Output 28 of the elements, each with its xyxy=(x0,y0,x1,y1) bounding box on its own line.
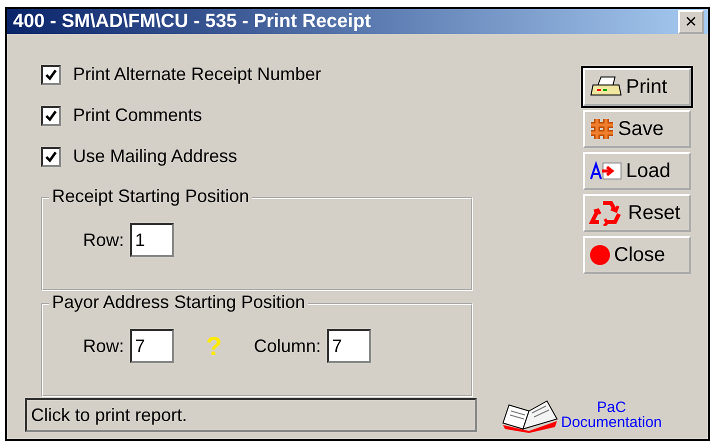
reset-button[interactable]: Reset xyxy=(583,194,691,232)
checkbox-label: Use Mailing Address xyxy=(73,146,238,167)
documentation-link[interactable]: PaC Documentation xyxy=(499,397,662,433)
checkmark-icon xyxy=(44,150,58,164)
hash-icon xyxy=(589,117,615,141)
window-title: 400 - SM\AD\FM\CU - 535 - Print Receipt xyxy=(13,10,371,32)
input-field[interactable]: 7 xyxy=(326,329,371,363)
checkbox[interactable] xyxy=(41,64,61,84)
print-button[interactable]: Print xyxy=(583,68,691,106)
save-button[interactable]: Save xyxy=(583,110,691,148)
checkmark-icon xyxy=(44,108,58,122)
field-label: Column: xyxy=(254,336,321,356)
load-button[interactable]: Load xyxy=(583,152,691,190)
group-title: Payor Address Starting Position xyxy=(49,292,308,313)
stop-icon xyxy=(589,244,611,266)
close-button[interactable]: Close xyxy=(583,236,691,274)
checkbox[interactable] xyxy=(41,146,61,166)
field-label: Row: xyxy=(83,336,124,356)
status-bar: Click to print report. xyxy=(25,398,477,432)
checkbox-label: Print Alternate Receipt Number xyxy=(73,64,322,85)
field-label: Row: xyxy=(83,230,124,250)
checkmark-icon xyxy=(44,68,58,82)
checkbox-label: Print Comments xyxy=(73,105,202,126)
close-button[interactable]: × xyxy=(678,10,704,34)
group-title: Receipt Starting Position xyxy=(49,186,252,207)
input-field[interactable]: 7 xyxy=(130,329,174,363)
input-field[interactable]: 1 xyxy=(130,223,174,257)
checkbox[interactable] xyxy=(41,106,61,126)
